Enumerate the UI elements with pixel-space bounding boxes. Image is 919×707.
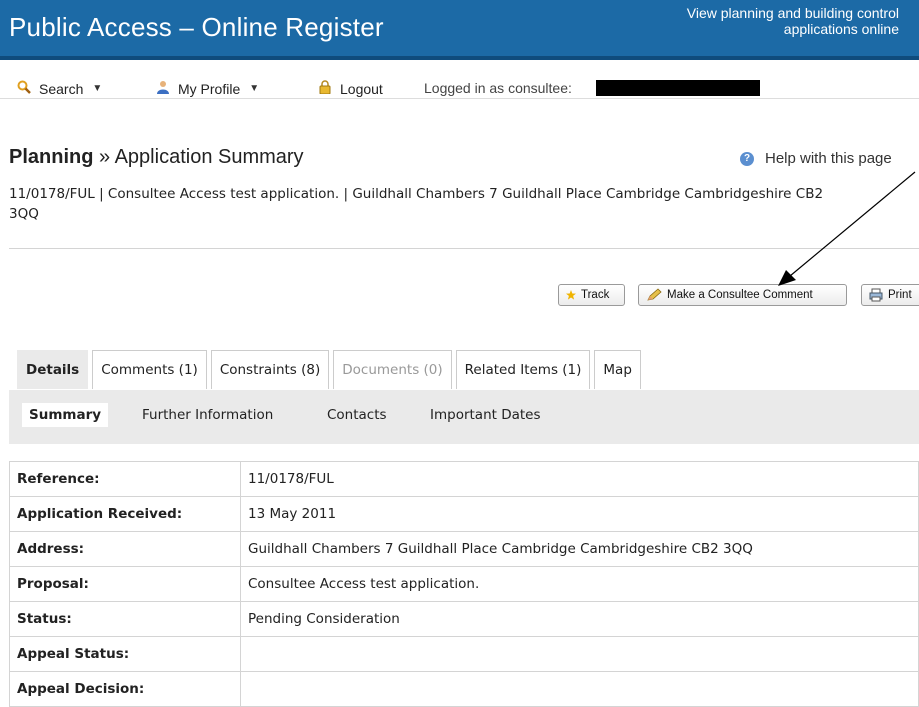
table-row: Reference: 11/0178/FUL xyxy=(9,461,919,497)
detail-tabs: Details Comments (1) Constraints (8) Doc… xyxy=(17,350,645,390)
table-row: Appeal Decision: xyxy=(9,671,919,707)
row-label: Application Received: xyxy=(9,496,241,532)
row-label: Appeal Decision: xyxy=(9,671,241,707)
subtab-summary[interactable]: Summary xyxy=(22,403,109,427)
table-row: Application Received: 13 May 2011 xyxy=(9,496,919,532)
row-value: 11/0178/FUL xyxy=(240,461,919,497)
row-label: Appeal Status: xyxy=(9,636,241,672)
tab-related-items[interactable]: Related Items (1) xyxy=(455,350,591,389)
table-row: Proposal: Consultee Access test applicat… xyxy=(9,566,919,602)
row-label: Reference: xyxy=(9,461,241,497)
table-row: Status: Pending Consideration xyxy=(9,601,919,637)
row-value: 13 May 2011 xyxy=(240,496,919,532)
row-value: Consultee Access test application. xyxy=(240,566,919,602)
row-value xyxy=(240,671,919,707)
tab-comments[interactable]: Comments (1) xyxy=(92,350,207,389)
sub-tabs: Summary Further Information Contacts Imp… xyxy=(9,390,919,444)
subtab-contacts[interactable]: Contacts xyxy=(327,407,387,423)
row-value xyxy=(240,636,919,672)
summary-table: Reference: 11/0178/FUL Application Recei… xyxy=(9,461,919,707)
subtab-further-information[interactable]: Further Information xyxy=(142,407,273,423)
tab-constraints[interactable]: Constraints (8) xyxy=(210,350,330,389)
table-row: Appeal Status: xyxy=(9,636,919,672)
row-label: Proposal: xyxy=(9,566,241,602)
row-value: Guildhall Chambers 7 Guildhall Place Cam… xyxy=(240,531,919,567)
row-label: Status: xyxy=(9,601,241,637)
row-value: Pending Consideration xyxy=(240,601,919,637)
tab-map[interactable]: Map xyxy=(594,350,641,389)
row-label: Address: xyxy=(9,531,241,567)
subtab-important-dates[interactable]: Important Dates xyxy=(430,407,541,423)
tab-documents: Documents (0) xyxy=(333,350,452,389)
tab-details[interactable]: Details xyxy=(17,350,89,389)
table-row: Address: Guildhall Chambers 7 Guildhall … xyxy=(9,531,919,567)
